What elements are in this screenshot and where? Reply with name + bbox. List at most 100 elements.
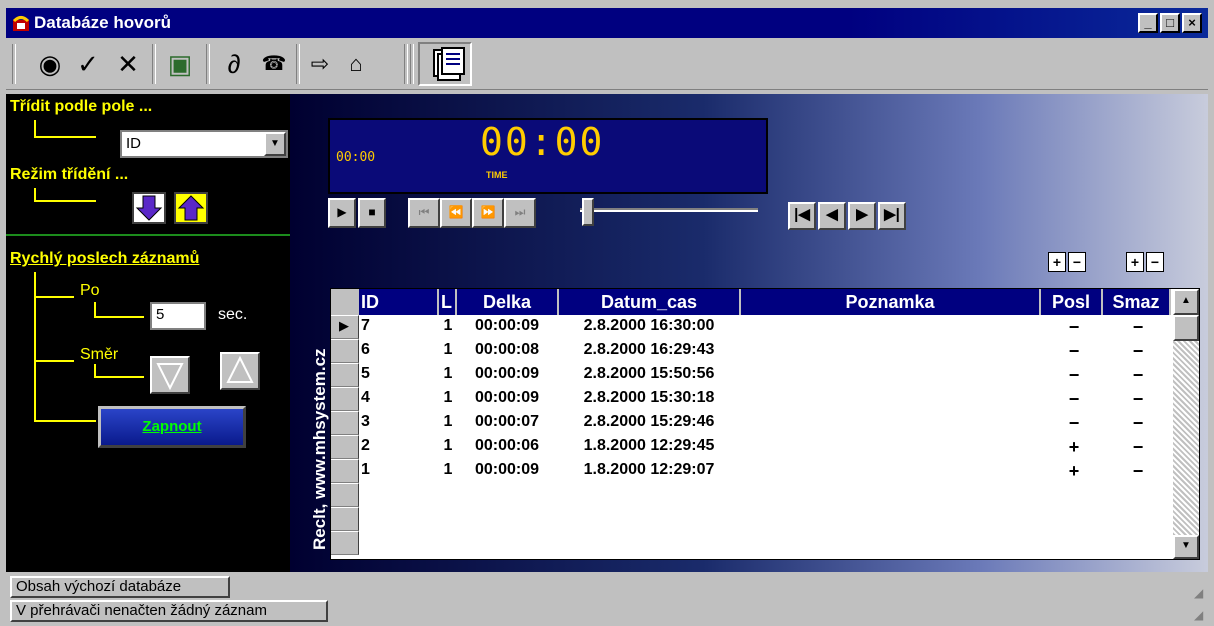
row-indicator[interactable] (331, 435, 359, 459)
posl-toggle[interactable]: − (1059, 340, 1089, 362)
row-indicator[interactable] (331, 363, 359, 387)
cell-id[interactable]: 2 (361, 435, 437, 457)
posl-toggle[interactable]: − (1059, 412, 1089, 434)
resize-grip-icon[interactable]: ◢ (1194, 608, 1203, 622)
ear-icon[interactable]: ∂ (220, 48, 248, 80)
position-slider[interactable] (582, 198, 594, 226)
cross-icon[interactable]: ✕ (114, 48, 142, 80)
cell-id[interactable]: 5 (361, 363, 437, 385)
posl-all-plus-button[interactable]: + (1048, 252, 1066, 272)
phone-icon[interactable]: ☎ (260, 48, 288, 80)
cell-id[interactable]: 1 (361, 459, 437, 481)
start-button[interactable]: Zapnout (98, 406, 246, 448)
cell-id[interactable]: 3 (361, 411, 437, 433)
cell-delka[interactable]: 00:00:09 (457, 459, 557, 481)
scrollbar-track[interactable] (1173, 315, 1199, 535)
row-indicator[interactable] (331, 531, 359, 555)
seconds-input[interactable]: 5 (150, 302, 206, 330)
sort-descending-button[interactable] (132, 192, 166, 224)
column-header-delka[interactable]: Delka (457, 289, 559, 315)
nav-next-button[interactable]: ▶ (848, 202, 876, 230)
cell-delka[interactable]: 00:00:09 (457, 363, 557, 385)
cell-delka[interactable]: 00:00:09 (457, 387, 557, 409)
nav-last-button[interactable]: ▶| (878, 202, 906, 230)
arrow-right-icon[interactable]: ⇨ (306, 48, 334, 80)
cell-l[interactable]: 1 (439, 363, 457, 385)
rewind-button[interactable]: ⏪ (440, 198, 472, 228)
cell-poznamka[interactable] (743, 411, 1039, 433)
row-indicator[interactable] (331, 411, 359, 435)
eye-icon[interactable]: ◉ (36, 48, 64, 80)
trash-icon[interactable]: ▣ (166, 48, 194, 80)
direction-down-button[interactable] (150, 356, 190, 394)
cell-poznamka[interactable] (743, 339, 1039, 361)
scrollbar-thumb[interactable] (1173, 315, 1199, 341)
row-indicator[interactable] (331, 507, 359, 531)
database-button[interactable] (418, 42, 472, 86)
cell-datum-cas[interactable]: 2.8.2000 16:29:43 (559, 339, 739, 361)
cell-datum-cas[interactable]: 1.8.2000 12:29:45 (559, 435, 739, 457)
scroll-up-button[interactable]: ▲ (1173, 289, 1199, 315)
cell-id[interactable]: 6 (361, 339, 437, 361)
cell-l[interactable]: 1 (439, 459, 457, 481)
row-indicator[interactable] (331, 339, 359, 363)
chevron-down-icon[interactable]: ▼ (264, 132, 286, 156)
column-header-datum-cas[interactable]: Datum_cas (559, 289, 741, 315)
smaz-toggle[interactable]: − (1123, 436, 1153, 458)
cell-l[interactable]: 1 (439, 435, 457, 457)
cell-l[interactable]: 1 (439, 411, 457, 433)
cell-poznamka[interactable] (743, 363, 1039, 385)
row-indicator[interactable] (331, 387, 359, 411)
forward-button[interactable]: ⏩ (472, 198, 504, 228)
home-icon[interactable]: ⌂ (342, 48, 370, 80)
cell-l[interactable]: 1 (439, 315, 457, 337)
cell-poznamka[interactable] (743, 387, 1039, 409)
cell-datum-cas[interactable]: 2.8.2000 15:50:56 (559, 363, 739, 385)
last-track-button[interactable]: ⏭ (504, 198, 536, 228)
scroll-down-button[interactable]: ▼ (1173, 535, 1199, 559)
smaz-toggle[interactable]: − (1123, 340, 1153, 362)
cell-l[interactable]: 1 (439, 387, 457, 409)
column-header-id[interactable]: ID (359, 289, 439, 315)
direction-up-button[interactable] (220, 352, 260, 390)
smaz-toggle[interactable]: − (1123, 364, 1153, 386)
cell-delka[interactable]: 00:00:07 (457, 411, 557, 433)
column-header-l[interactable]: L (439, 289, 457, 315)
cell-delka[interactable]: 00:00:06 (457, 435, 557, 457)
check-icon[interactable]: ✓ (74, 48, 102, 80)
column-header-smaz[interactable]: Smaz (1103, 289, 1171, 315)
posl-all-minus-button[interactable]: − (1068, 252, 1086, 272)
cell-datum-cas[interactable]: 1.8.2000 12:29:07 (559, 459, 739, 481)
column-header-poznamka[interactable]: Poznamka (741, 289, 1041, 315)
sort-ascending-button[interactable] (174, 192, 208, 224)
smaz-toggle[interactable]: − (1123, 412, 1153, 434)
cell-datum-cas[interactable]: 2.8.2000 16:30:00 (559, 315, 739, 337)
sort-field-select[interactable]: ID ▼ (120, 130, 288, 158)
smaz-toggle[interactable]: − (1123, 316, 1153, 338)
posl-toggle[interactable]: − (1059, 316, 1089, 338)
cell-poznamka[interactable] (743, 435, 1039, 457)
smaz-all-minus-button[interactable]: − (1146, 252, 1164, 272)
row-indicator[interactable] (331, 483, 359, 507)
play-button[interactable]: ▶ (328, 198, 356, 228)
cell-delka[interactable]: 00:00:08 (457, 339, 557, 361)
cell-id[interactable]: 4 (361, 387, 437, 409)
smaz-toggle[interactable]: − (1123, 460, 1153, 482)
posl-toggle[interactable]: + (1059, 436, 1089, 458)
cell-datum-cas[interactable]: 2.8.2000 15:30:18 (559, 387, 739, 409)
cell-datum-cas[interactable]: 2.8.2000 15:29:46 (559, 411, 739, 433)
cell-delka[interactable]: 00:00:09 (457, 315, 557, 337)
minimize-button[interactable]: _ (1138, 13, 1158, 33)
first-track-button[interactable]: ⏮ (408, 198, 440, 228)
nav-prev-button[interactable]: ◀ (818, 202, 846, 230)
posl-toggle[interactable]: + (1059, 460, 1089, 482)
maximize-button[interactable]: □ (1160, 13, 1180, 33)
cell-id[interactable]: 7 (361, 315, 437, 337)
resize-grip-icon[interactable]: ◢ (1194, 586, 1203, 600)
nav-first-button[interactable]: |◀ (788, 202, 816, 230)
cell-poznamka[interactable] (743, 315, 1039, 337)
smaz-toggle[interactable]: − (1123, 388, 1153, 410)
column-header-posl[interactable]: Posl (1041, 289, 1103, 315)
smaz-all-plus-button[interactable]: + (1126, 252, 1144, 272)
row-indicator[interactable]: ▶ (331, 315, 359, 339)
